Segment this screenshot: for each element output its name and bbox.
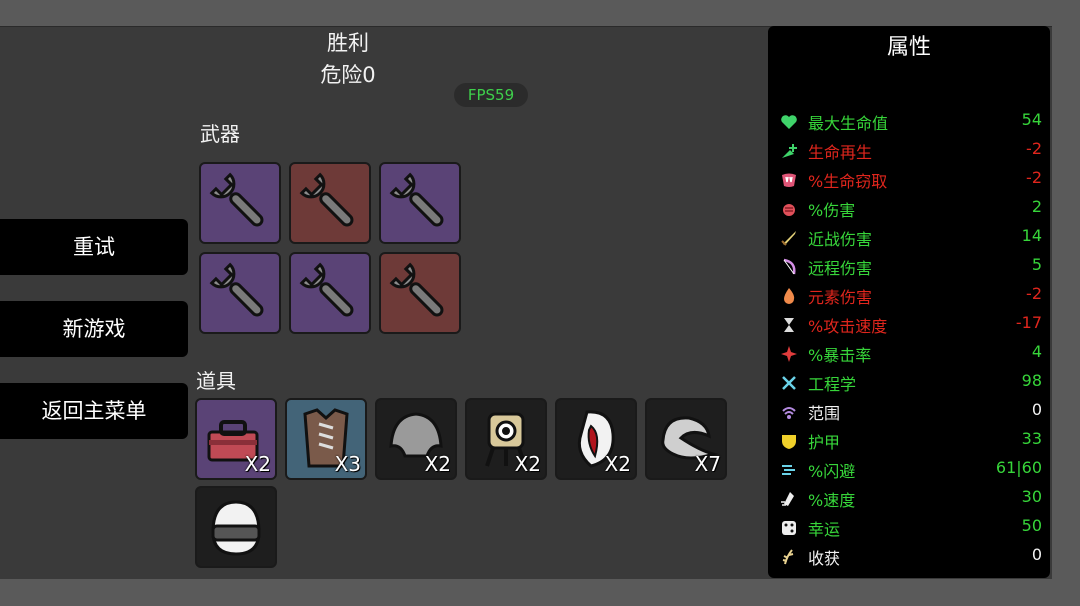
weapon-slot[interactable] xyxy=(379,162,461,244)
hourglass-icon xyxy=(780,316,798,334)
weapon-slot[interactable] xyxy=(289,252,371,334)
stat-name: %暴击率 xyxy=(808,346,872,365)
stat-name: %生命窃取 xyxy=(808,172,888,191)
stat-row[interactable]: %闪避 61|60 xyxy=(768,455,1050,484)
item-count: X2 xyxy=(244,452,271,476)
stat-row[interactable]: 近战伤害 14 xyxy=(768,223,1050,252)
stat-value: -2 xyxy=(1026,139,1042,158)
stat-name: 工程学 xyxy=(808,375,857,394)
stat-row[interactable]: %速度 30 xyxy=(768,484,1050,513)
engineering-icon xyxy=(780,374,798,392)
weapons-heading: 武器 xyxy=(200,122,240,146)
lifesteal-icon xyxy=(780,171,798,189)
stats-title: 属性 xyxy=(886,35,931,60)
item-count: X7 xyxy=(694,452,721,476)
result-title: 胜利 xyxy=(327,31,369,55)
item-count: X3 xyxy=(334,452,361,476)
weapon-slot[interactable] xyxy=(199,162,281,244)
stat-name: %速度 xyxy=(808,491,856,510)
melee-icon xyxy=(780,229,798,247)
damage-icon xyxy=(780,200,798,218)
stat-row[interactable]: 生命再生 -2 xyxy=(768,136,1050,165)
stat-value: 54 xyxy=(1021,110,1042,129)
stat-name: 元素伤害 xyxy=(808,288,873,307)
main-menu-button[interactable]: 返回主菜单 xyxy=(0,383,188,439)
stat-value: 98 xyxy=(1021,371,1042,390)
new-game-button[interactable]: 新游戏 xyxy=(0,301,188,357)
shield-icon xyxy=(780,432,798,450)
weapon-slot[interactable] xyxy=(379,252,461,334)
item-slot[interactable] xyxy=(195,486,277,568)
stats-panel: 属性 最大生命值 54 生命再生 -2 %生命窃取 -2 %伤害 2 近战伤害 14 远程伤害 5 元素… xyxy=(768,26,1050,578)
item-slot[interactable]: X2 xyxy=(195,398,277,480)
item-slot[interactable]: X3 xyxy=(285,398,367,480)
stat-value: 2 xyxy=(1031,197,1042,216)
danger-level: 危险0 xyxy=(320,63,376,87)
item-slot[interactable]: X7 xyxy=(645,398,727,480)
fps-counter: FPS59 xyxy=(454,83,528,107)
item-count: X2 xyxy=(514,452,541,476)
stat-name: %闪避 xyxy=(808,462,856,481)
stat-value: 33 xyxy=(1021,429,1042,448)
stat-name: %攻击速度 xyxy=(808,317,888,336)
dice-icon xyxy=(780,519,798,537)
dodge-icon xyxy=(780,461,798,479)
stat-name: 近战伤害 xyxy=(808,230,873,249)
stat-value: 14 xyxy=(1021,226,1042,245)
stat-name: 收获 xyxy=(808,549,841,568)
stat-row[interactable]: %生命窃取 -2 xyxy=(768,165,1050,194)
item-count: X2 xyxy=(604,452,631,476)
weapon-slot[interactable] xyxy=(199,252,281,334)
item-slot[interactable]: X2 xyxy=(555,398,637,480)
weapon-slot[interactable] xyxy=(289,162,371,244)
stat-row[interactable]: %攻击速度 -17 xyxy=(768,310,1050,339)
stat-row[interactable]: 远程伤害 5 xyxy=(768,252,1050,281)
stat-name: 幸运 xyxy=(808,520,841,539)
ranged-icon xyxy=(780,258,798,276)
elemental-icon xyxy=(780,287,798,305)
stat-value: 61|60 xyxy=(995,458,1042,477)
stat-name: 最大生命值 xyxy=(808,114,889,133)
stat-value: 5 xyxy=(1031,255,1042,274)
harvest-icon xyxy=(780,548,798,566)
stat-value: 4 xyxy=(1031,342,1042,361)
stat-row[interactable]: 范围 0 xyxy=(768,397,1050,426)
stat-name: 范围 xyxy=(808,404,841,423)
stat-value: -2 xyxy=(1026,284,1042,303)
stat-value: 30 xyxy=(1021,487,1042,506)
heart-icon xyxy=(780,113,798,131)
stat-name: %伤害 xyxy=(808,201,856,220)
stat-row[interactable]: 护甲 33 xyxy=(768,426,1050,455)
item-slot[interactable]: X2 xyxy=(375,398,457,480)
stat-name: 远程伤害 xyxy=(808,259,873,278)
stat-value: -17 xyxy=(1015,313,1042,332)
stat-row[interactable]: %伤害 2 xyxy=(768,194,1050,223)
stat-name: 生命再生 xyxy=(808,143,873,162)
range-icon xyxy=(780,403,798,421)
stat-row[interactable]: 幸运 50 xyxy=(768,513,1050,542)
retry-button[interactable]: 重试 xyxy=(0,219,188,275)
regen-icon xyxy=(780,142,798,160)
stat-value: -2 xyxy=(1026,168,1042,187)
stat-value: 0 xyxy=(1031,400,1042,419)
items-heading: 道具 xyxy=(196,369,236,393)
stat-name: 护甲 xyxy=(808,433,841,452)
stat-value: 50 xyxy=(1021,516,1042,535)
stat-row[interactable]: 最大生命值 54 xyxy=(768,107,1050,136)
item-slot[interactable]: X2 xyxy=(465,398,547,480)
speed-icon xyxy=(780,490,798,508)
crit-icon xyxy=(780,345,798,363)
item-count: X2 xyxy=(424,452,451,476)
stat-row[interactable]: 收获 0 xyxy=(768,542,1050,571)
stat-value: 0 xyxy=(1031,545,1042,564)
stat-row[interactable]: 元素伤害 -2 xyxy=(768,281,1050,310)
stat-row[interactable]: 工程学 98 xyxy=(768,368,1050,397)
stat-row[interactable]: %暴击率 4 xyxy=(768,339,1050,368)
